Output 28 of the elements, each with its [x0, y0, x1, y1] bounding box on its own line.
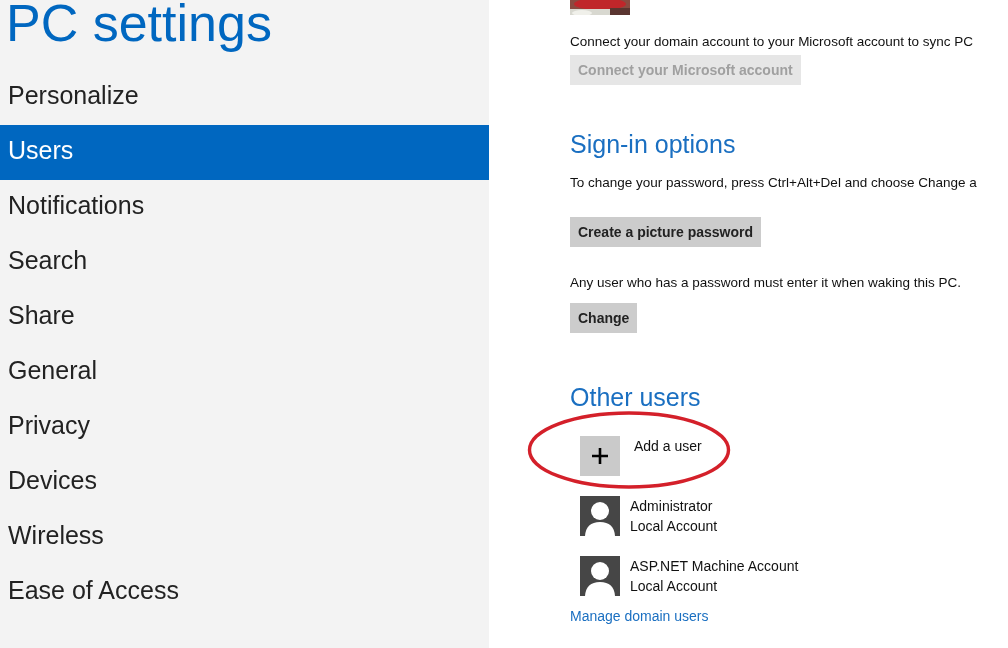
- picture-password-button[interactable]: Create a picture password: [570, 217, 762, 247]
- sidebar-item[interactable]: Users: [0, 125, 489, 180]
- sidebar-item[interactable]: Share: [0, 290, 489, 345]
- sidebar-item[interactable]: General: [0, 345, 489, 400]
- user-avatar-icon: [580, 496, 620, 536]
- account-type: Local Account: [630, 517, 718, 536]
- sidebar-item[interactable]: Ease of Access: [0, 565, 489, 620]
- sidebar-item[interactable]: Notifications: [0, 180, 489, 235]
- password-description: To change your password, press Ctrl+Alt+Del and choose Change a: [570, 175, 977, 190]
- add-user-button[interactable]: [580, 436, 620, 476]
- manage-users-link[interactable]: Manage domain users: [570, 608, 709, 624]
- page-title: PC settings: [6, 0, 273, 54]
- sidebar-item[interactable]: Personalize: [0, 70, 489, 125]
- sidebar-item[interactable]: Privacy: [0, 400, 489, 455]
- user-avatar-icon: [580, 556, 620, 596]
- add-user-label[interactable]: Add a user: [634, 438, 702, 454]
- section-heading: Other users: [570, 383, 701, 412]
- change-button[interactable]: Change: [570, 303, 638, 333]
- account-type: Local Account: [630, 577, 719, 596]
- account-description: Connect your domain account to your Microsoft account to sync PC: [570, 34, 973, 49]
- sidebar-item[interactable]: Search: [0, 235, 489, 290]
- user-name[interactable]: Administrator: [630, 496, 718, 516]
- user-name[interactable]: ASP.NET Machine Account: [630, 556, 799, 576]
- plus-icon: [590, 446, 610, 466]
- sidebar-item[interactable]: Devices: [0, 455, 489, 510]
- sidebar-item[interactable]: Wireless: [0, 510, 489, 565]
- wake-description: Any user who has a password must enter it when waking this PC.: [570, 275, 961, 290]
- section-heading: Sign-in options: [570, 130, 736, 159]
